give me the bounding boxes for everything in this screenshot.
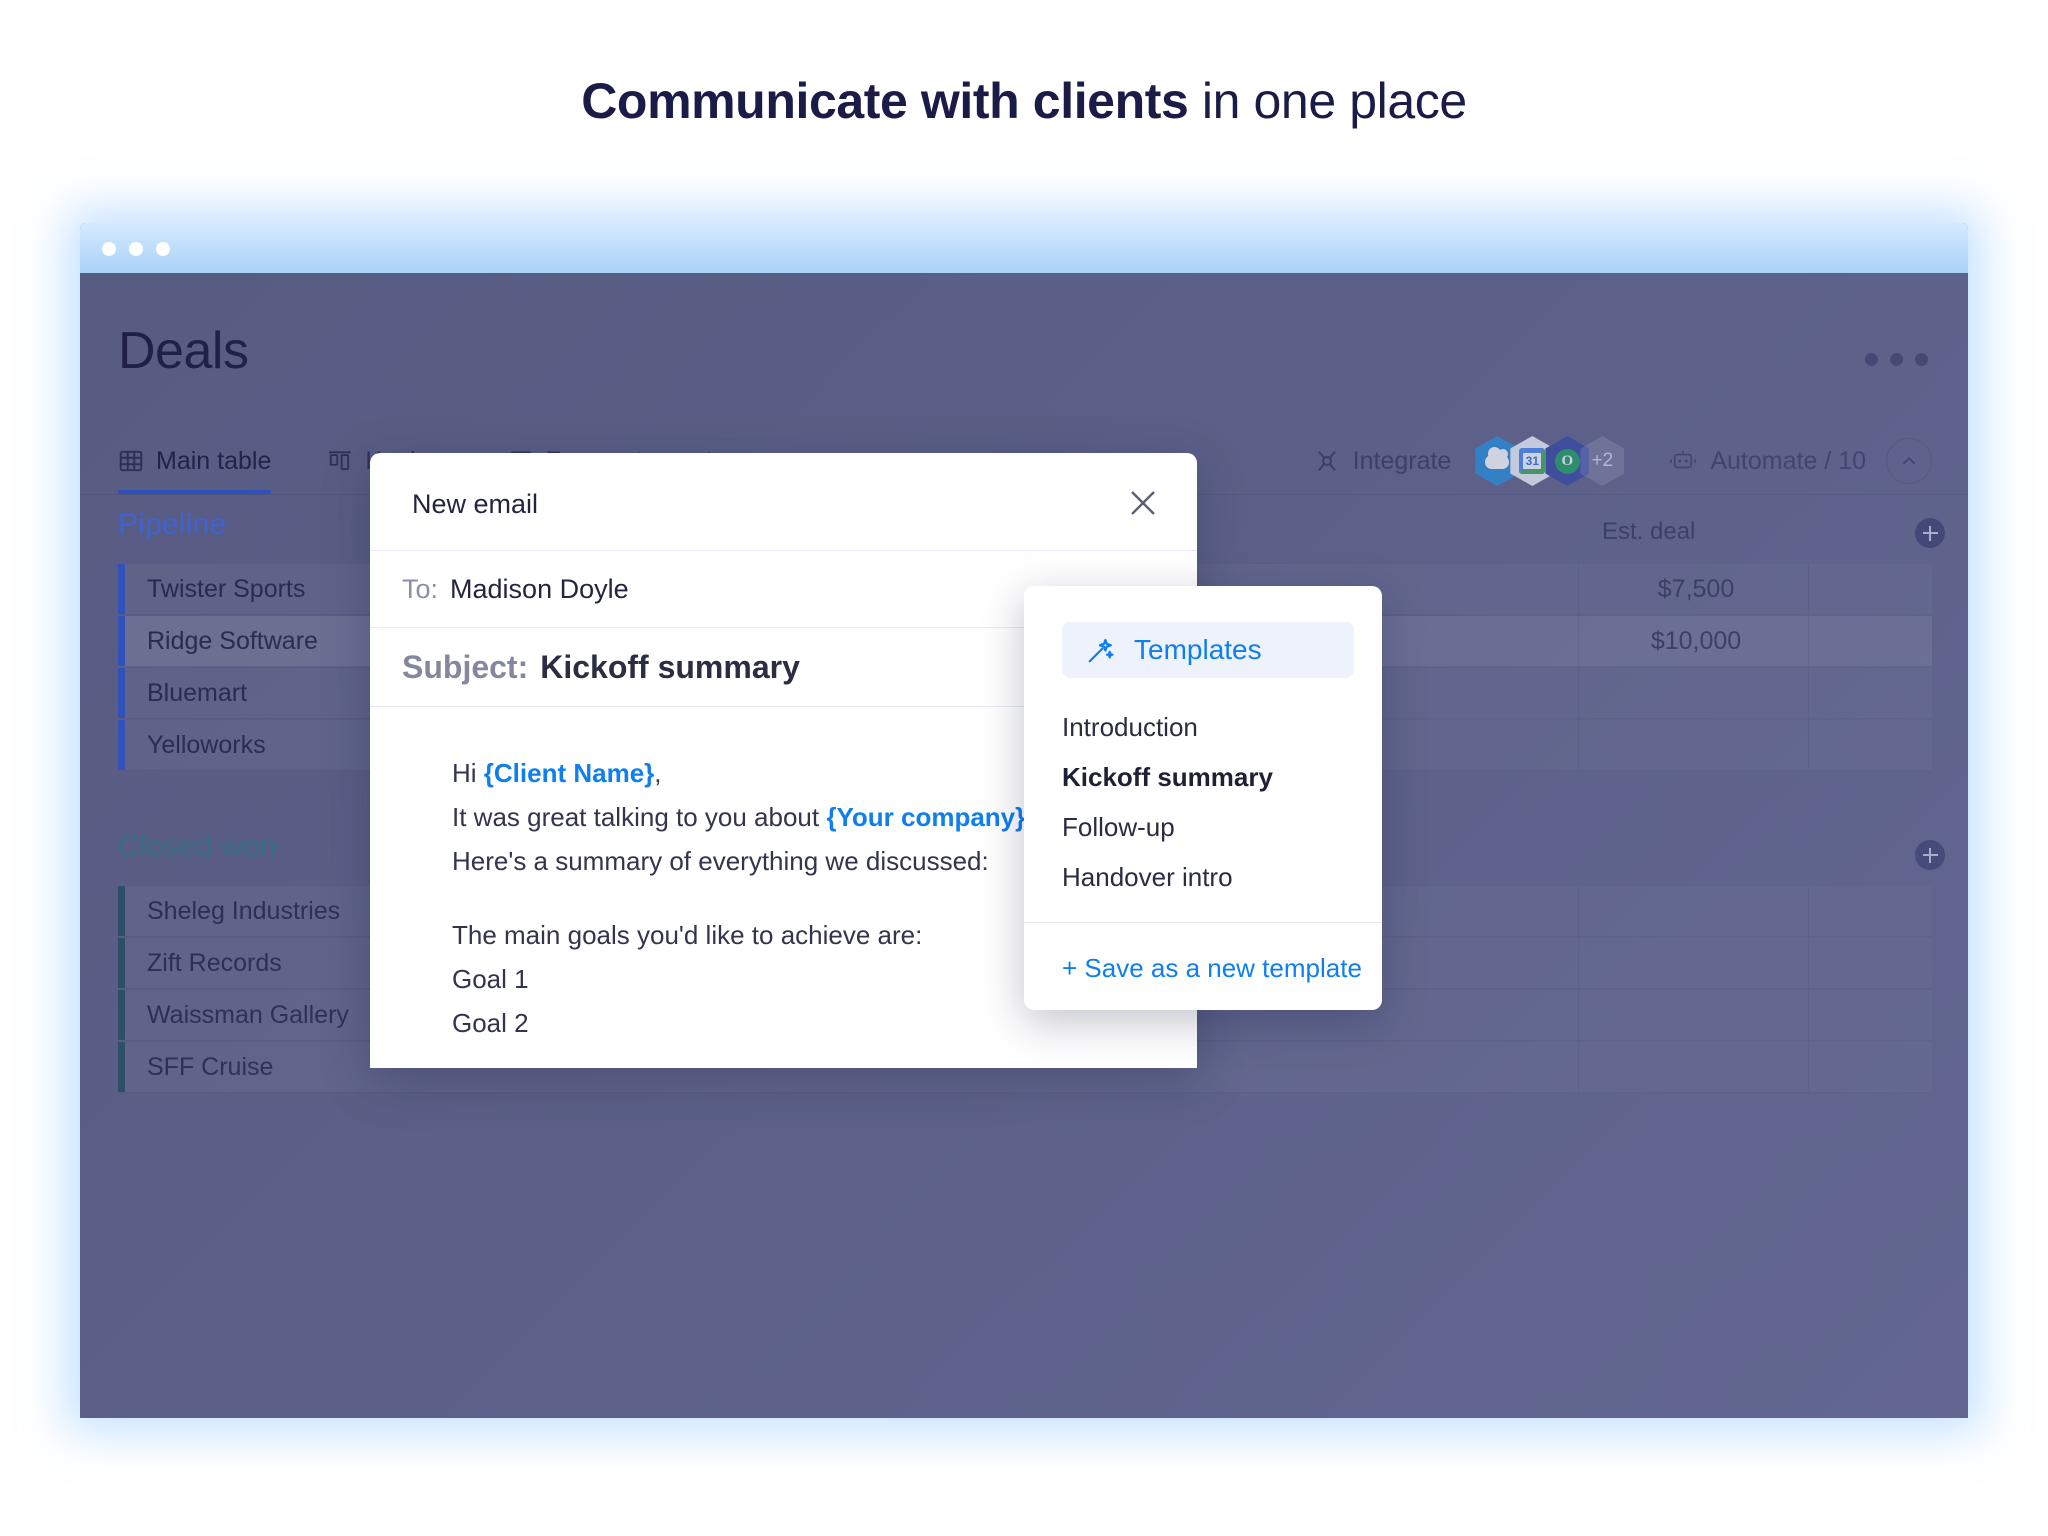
to-recipient[interactable]: Madison Doyle bbox=[450, 574, 629, 605]
page-title-light: in one place bbox=[1188, 73, 1467, 129]
overflow-dot bbox=[1890, 353, 1903, 366]
cell-divider bbox=[1578, 990, 1579, 1040]
deal-name: Twister Sports bbox=[147, 574, 306, 603]
automate-label: Automate / 10 bbox=[1710, 446, 1866, 475]
row-accent bbox=[118, 564, 125, 614]
add-column-button[interactable] bbox=[1915, 518, 1945, 548]
line2-prefix: It was great talking to you about bbox=[452, 802, 827, 832]
template-item-handover-intro[interactable]: Handover intro bbox=[1062, 852, 1382, 902]
integrate-button[interactable]: Integrate bbox=[1313, 446, 1452, 476]
cell-divider bbox=[1578, 564, 1579, 614]
deal-name: Ridge Software bbox=[147, 626, 318, 655]
cell-divider bbox=[1578, 668, 1579, 718]
tab-label: Main table bbox=[156, 446, 272, 475]
tab-main-table[interactable]: Main table bbox=[118, 428, 272, 494]
row-accent bbox=[118, 990, 125, 1040]
email-body-spacer bbox=[452, 1045, 1197, 1068]
client-name-placeholder: {Client Name} bbox=[483, 758, 655, 788]
est-deal-value[interactable]: $10,000 bbox=[1611, 627, 1781, 656]
integrate-icon bbox=[1317, 451, 1336, 471]
greeting-suffix: , bbox=[654, 758, 662, 788]
calendar-day: 31 bbox=[1523, 453, 1542, 469]
board-title: Deals bbox=[118, 322, 249, 380]
deal-name: Waissman Gallery bbox=[147, 1000, 349, 1029]
templates-header-button[interactable]: Templates bbox=[1062, 622, 1354, 678]
template-item-introduction[interactable]: Introduction bbox=[1062, 702, 1382, 752]
overflow-dot bbox=[1865, 353, 1878, 366]
deal-name: SFF Cruise bbox=[147, 1052, 274, 1081]
row-accent bbox=[118, 1042, 125, 1092]
cell-divider bbox=[1808, 668, 1809, 718]
cell-divider bbox=[1578, 886, 1579, 936]
close-email-button[interactable] bbox=[1123, 483, 1163, 523]
window-maximize-dot[interactable] bbox=[156, 242, 170, 256]
window-minimize-dot[interactable] bbox=[129, 242, 143, 256]
cell-divider bbox=[1808, 720, 1809, 770]
email-modal-title: New email bbox=[412, 489, 539, 519]
page-title: Communicate with clients in one place bbox=[0, 72, 2048, 130]
window-titlebar bbox=[80, 223, 1968, 273]
est-deal-value[interactable]: $7,500 bbox=[1611, 575, 1781, 604]
robot-icon bbox=[1670, 450, 1697, 469]
table-icon bbox=[119, 450, 143, 472]
close-icon bbox=[1131, 491, 1155, 515]
cell-divider bbox=[1808, 938, 1809, 988]
save-new-template-button[interactable]: + Save as a new template bbox=[1024, 923, 1382, 984]
row-accent bbox=[118, 720, 125, 770]
page-title-bold: Communicate with clients bbox=[581, 73, 1189, 129]
templates-list: Introduction Kickoff summary Follow-up H… bbox=[1024, 678, 1382, 902]
to-label: To: bbox=[402, 573, 439, 604]
template-item-follow-up[interactable]: Follow-up bbox=[1062, 802, 1382, 852]
deal-name: Yelloworks bbox=[147, 730, 266, 759]
collapse-toolbar-button[interactable] bbox=[1886, 438, 1932, 484]
row-accent bbox=[118, 886, 125, 936]
board-toolbar: Integrate 31 O +2 Automate / 10 bbox=[1313, 428, 1932, 494]
cell-divider bbox=[1808, 616, 1809, 666]
integration-avatars[interactable]: 31 O +2 bbox=[1475, 436, 1625, 486]
chevron-up-icon bbox=[1902, 456, 1916, 465]
board-overflow-menu[interactable] bbox=[1865, 353, 1928, 366]
subject-input[interactable]: Kickoff summary bbox=[540, 649, 800, 686]
kanban-icon bbox=[329, 451, 352, 471]
row-accent bbox=[118, 668, 125, 718]
integration-overflow-count[interactable]: +2 bbox=[1580, 436, 1625, 486]
cell-divider bbox=[1578, 1042, 1579, 1092]
cell-divider bbox=[1578, 720, 1579, 770]
add-column-button[interactable] bbox=[1915, 840, 1945, 870]
greeting-prefix: Hi bbox=[452, 758, 484, 788]
templates-label: Templates bbox=[1134, 634, 1262, 665]
cell-divider bbox=[1578, 616, 1579, 666]
deal-name: Zift Records bbox=[147, 948, 282, 977]
outlook-letter: O bbox=[1554, 448, 1580, 474]
cell-divider bbox=[1808, 886, 1809, 936]
email-modal-header: New email bbox=[370, 453, 1197, 551]
integrate-label: Integrate bbox=[1352, 446, 1452, 475]
group-title-closed-won: Closed won bbox=[118, 830, 277, 863]
automate-button[interactable]: Automate / 10 bbox=[1668, 447, 1866, 476]
templates-popover: Templates Introduction Kickoff summary F… bbox=[1024, 586, 1382, 1010]
group-title-pipeline: Pipeline bbox=[118, 508, 227, 541]
window-controls[interactable] bbox=[102, 242, 170, 256]
template-item-kickoff-summary[interactable]: Kickoff summary bbox=[1062, 752, 1382, 802]
cell-divider bbox=[1808, 1042, 1809, 1092]
cell-divider bbox=[1808, 990, 1809, 1040]
window-close-dot[interactable] bbox=[102, 242, 116, 256]
deal-name: Bluemart bbox=[147, 678, 248, 707]
deal-name: Sheleg Industries bbox=[147, 896, 341, 925]
magic-wand-icon bbox=[1088, 638, 1114, 663]
your-company-placeholder: {Your company} bbox=[826, 802, 1026, 832]
row-accent bbox=[118, 616, 125, 666]
overflow-dot bbox=[1915, 353, 1928, 366]
row-accent bbox=[118, 938, 125, 988]
column-header-est-deal: Est. deal bbox=[1602, 518, 1696, 545]
cell-divider bbox=[1808, 564, 1809, 614]
cell-divider bbox=[1578, 938, 1579, 988]
subject-label: Subject: bbox=[402, 648, 529, 685]
